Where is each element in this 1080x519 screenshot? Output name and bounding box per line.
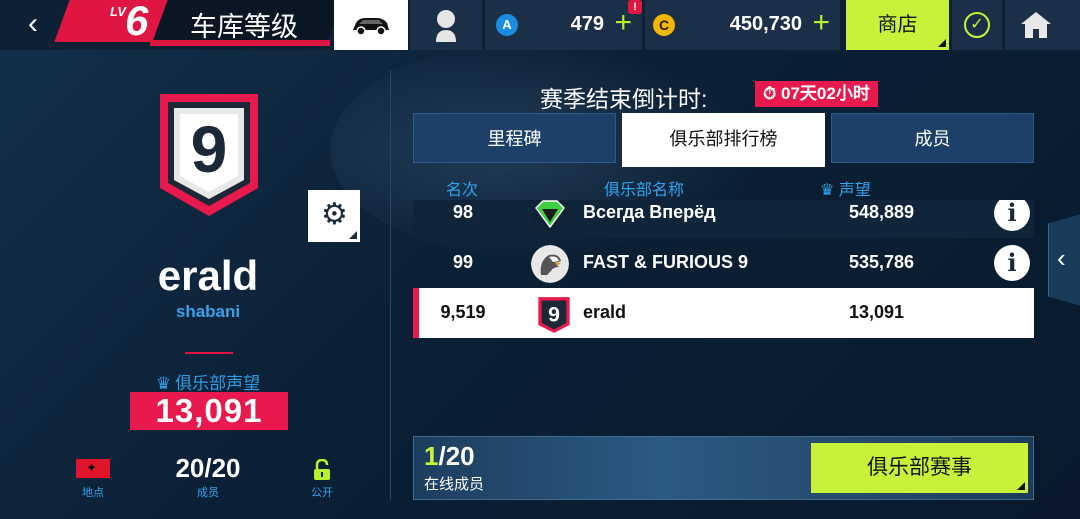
online-total: /20 xyxy=(438,441,475,471)
club-emblem-small-icon: 9 xyxy=(538,297,570,333)
corner-indicator xyxy=(349,231,357,239)
club-owner: shabani xyxy=(175,302,241,321)
club-logo-emerald-icon xyxy=(531,200,569,233)
location-label: 地点 xyxy=(82,487,104,499)
online-members-label: 在线成员 xyxy=(424,476,485,493)
credits-icon: C xyxy=(653,14,675,36)
club-settings-button[interactable]: ⚙ xyxy=(308,190,360,242)
timer-icon: ⏱ xyxy=(763,84,777,103)
online-members-panel: 1/20 在线成员 俱乐部赛事 xyxy=(413,436,1034,500)
reputation-label-text: 俱乐部声望 xyxy=(175,374,261,393)
level-number: 6 xyxy=(125,0,149,44)
home-icon xyxy=(1021,12,1051,38)
members-label: 成员 xyxy=(197,487,219,499)
row-reputation: 535,786 xyxy=(849,252,915,272)
garage-level-title[interactable]: 车库等级 xyxy=(190,5,298,44)
tokens-value: 479 xyxy=(570,13,604,35)
shop-button[interactable]: 商店 xyxy=(846,0,949,50)
tab-members[interactable]: 成员 xyxy=(831,113,1034,163)
level-progress-bar xyxy=(150,40,330,46)
online-members-count: 1/20 xyxy=(424,441,475,472)
back-icon: ‹ xyxy=(28,7,38,40)
row-club-name: FAST & FURIOUS 9 xyxy=(583,252,749,272)
row-rank: 9,519 xyxy=(440,302,486,322)
club-emblem-number: 9 xyxy=(191,112,228,186)
club-emblem: 9 xyxy=(160,94,258,216)
season-countdown-label: 赛季结束倒计时: xyxy=(540,86,708,112)
add-credits-button[interactable]: + xyxy=(812,6,830,40)
leaderboard-row[interactable]: 99 FAST & FURIOUS 9 535,786 i xyxy=(413,238,1034,288)
info-icon[interactable]: i xyxy=(994,245,1030,281)
members-count: 20/20 xyxy=(175,453,241,483)
own-club-highlight xyxy=(413,288,419,338)
albania-flag-icon[interactable]: ✦ xyxy=(76,459,110,478)
check-icon: ✓ xyxy=(964,12,990,38)
unlock-icon[interactable] xyxy=(313,459,331,481)
leaderboard-row[interactable]: 98 Всегда Вперёд 548,889 i xyxy=(413,200,1034,238)
car-icon xyxy=(353,18,389,36)
level-prefix: LV xyxy=(110,4,126,19)
online-current: 1 xyxy=(424,441,439,471)
profile-avatar-button[interactable] xyxy=(410,0,482,50)
chevron-left-icon: ‹ xyxy=(1057,243,1066,273)
row-club-name: erald xyxy=(583,302,627,322)
club-reputation-value: 13,091 xyxy=(130,392,288,430)
corner-indicator xyxy=(1017,482,1025,490)
club-events-button[interactable]: 俱乐部赛事 xyxy=(811,443,1028,493)
leaderboard-list[interactable]: 98 Всегда Вперёд 548,889 i 99 FAST & FUR… xyxy=(413,200,1034,340)
club-reputation-label: ♛ 俱乐部声望 xyxy=(108,369,308,394)
season-timer-value: 07天02小时 xyxy=(781,84,870,103)
avatar-icon xyxy=(436,10,456,42)
garage-car-button[interactable] xyxy=(334,0,408,50)
tokens-counter[interactable]: A 479 + xyxy=(485,0,642,50)
info-icon[interactable]: i xyxy=(994,200,1030,231)
tab-club-leaderboard[interactable]: 俱乐部排行榜 xyxy=(622,113,825,167)
column-rank: 名次 xyxy=(446,182,479,199)
panel-divider xyxy=(390,70,391,500)
leaderboard-row-own-club[interactable]: 9,519 9 erald 13,091 xyxy=(413,288,1034,338)
tab-milestones[interactable]: 里程碑 xyxy=(413,113,616,163)
row-rank: 99 xyxy=(452,252,474,272)
public-label: 公开 xyxy=(311,487,333,499)
notification-badge: ! xyxy=(628,0,642,14)
credits-value: 450,730 xyxy=(729,13,802,35)
club-name: erald xyxy=(157,252,259,299)
row-rank: 98 xyxy=(452,202,474,222)
gear-icon: ⚙ xyxy=(321,198,348,231)
top-bar: ‹ LV 6 车库等级 A 479 + ! C 450,730 + 商店 ✓ xyxy=(0,0,1080,50)
crown-icon: ♛ xyxy=(820,182,835,199)
club-logo-eagle-icon xyxy=(531,245,569,283)
club-events-label: 俱乐部赛事 xyxy=(867,456,972,479)
club-emblem-small-number: 9 xyxy=(548,304,560,327)
crown-icon: ♛ xyxy=(155,374,172,393)
row-reputation: 13,091 xyxy=(849,302,905,322)
club-tabs: 里程碑 俱乐部排行榜 成员 xyxy=(413,113,1034,167)
corner-indicator xyxy=(938,39,946,47)
home-button[interactable] xyxy=(1005,0,1080,50)
row-reputation: 548,889 xyxy=(849,202,915,222)
side-panel-toggle[interactable]: ‹ xyxy=(1048,212,1080,308)
column-reputation: ♛ 声望 xyxy=(820,176,871,200)
season-timer: ⏱ 07天02小时 xyxy=(755,81,878,107)
credits-counter[interactable]: C 450,730 + xyxy=(645,0,840,50)
token-icon: A xyxy=(496,14,518,36)
column-reputation-label: 声望 xyxy=(838,182,871,199)
row-club-name: Всегда Вперёд xyxy=(583,202,716,222)
column-club-name: 俱乐部名称 xyxy=(604,182,685,199)
shop-label: 商店 xyxy=(877,14,918,36)
daily-goals-button[interactable]: ✓ xyxy=(952,0,1002,50)
divider xyxy=(185,352,233,354)
